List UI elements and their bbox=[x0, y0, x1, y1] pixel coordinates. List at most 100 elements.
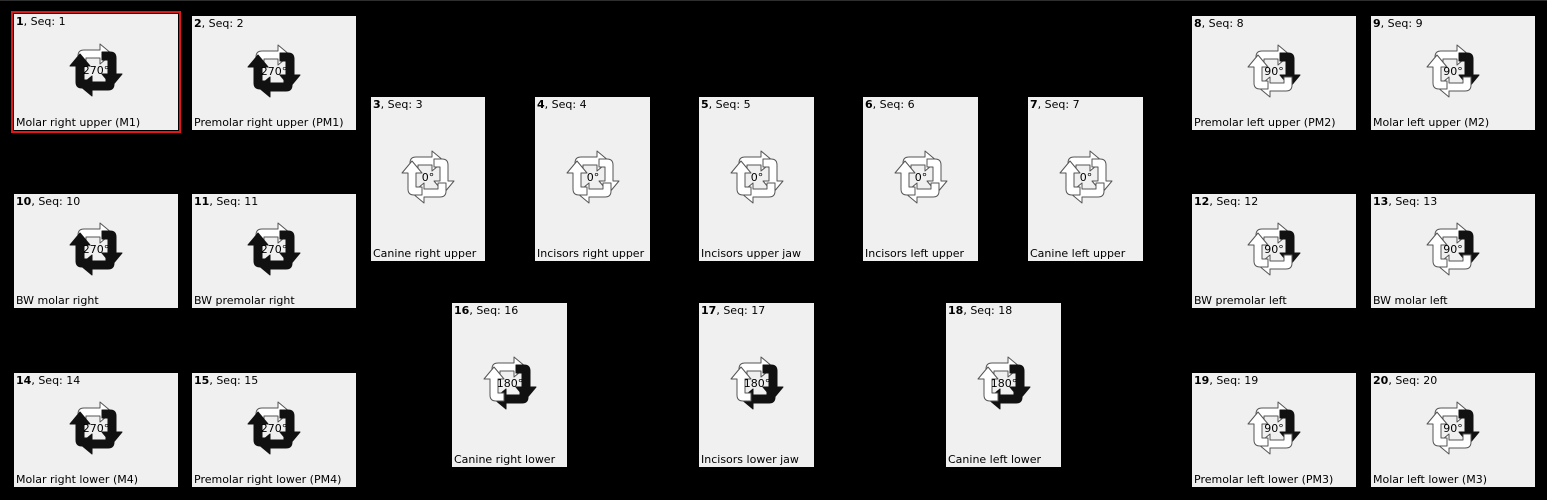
tooth-tile-15[interactable]: 15, Seq: 15 270° Premolar right lower (PM4… bbox=[192, 373, 356, 487]
rotation-degrees: 180° bbox=[743, 376, 771, 390]
rotation-degrees: 270° bbox=[260, 421, 288, 435]
tile-header: 5, Seq: 5 bbox=[701, 98, 751, 111]
rotation-icon: 180° bbox=[478, 351, 542, 415]
tile-sequence: Seq: 3 bbox=[387, 98, 423, 111]
tile-header: 14, Seq: 14 bbox=[16, 374, 80, 387]
top-border bbox=[0, 0, 1547, 1]
rotation-icon: 270° bbox=[242, 396, 306, 460]
tile-number: 5 bbox=[701, 98, 709, 111]
tooth-tile-10[interactable]: 10, Seq: 10 270° BW molar right bbox=[14, 194, 178, 308]
rotation-icon: 90° bbox=[1242, 39, 1306, 103]
tile-separator: , bbox=[23, 15, 31, 28]
tile-header: 2, Seq: 2 bbox=[194, 17, 244, 30]
tooth-tile-2[interactable]: 2, Seq: 2 270° Premolar right upper (PM1) bbox=[192, 16, 356, 130]
tile-label: Premolar left upper (PM2) bbox=[1194, 116, 1336, 129]
tile-sequence: Seq: 7 bbox=[1044, 98, 1080, 111]
tooth-tile-9[interactable]: 9, Seq: 9 90° Molar left upper (M2) bbox=[1371, 16, 1535, 130]
tile-sequence: Seq: 13 bbox=[1395, 195, 1438, 208]
tooth-tile-16[interactable]: 16, Seq: 16 180° Canine right lower bbox=[452, 303, 567, 467]
tile-sequence: Seq: 16 bbox=[476, 304, 519, 317]
tile-sequence: Seq: 8 bbox=[1208, 17, 1244, 30]
rotation-degrees: 180° bbox=[990, 376, 1018, 390]
tile-header: 19, Seq: 19 bbox=[1194, 374, 1258, 387]
tile-label: Molar left lower (M3) bbox=[1373, 473, 1487, 486]
tile-number: 7 bbox=[1030, 98, 1038, 111]
tooth-tile-4[interactable]: 4, Seq: 4 0° Incisors right upper bbox=[535, 97, 650, 261]
tooth-tile-20[interactable]: 20, Seq: 20 90° Molar left lower (M3) bbox=[1371, 373, 1535, 487]
tile-label: Incisors lower jaw bbox=[701, 453, 799, 466]
tile-header: 20, Seq: 20 bbox=[1373, 374, 1437, 387]
tile-number: 1 bbox=[16, 15, 24, 28]
tile-separator: , bbox=[201, 17, 209, 30]
tile-label: BW premolar left bbox=[1194, 294, 1287, 307]
tile-number: 10 bbox=[16, 195, 32, 208]
tooth-tile-19[interactable]: 19, Seq: 19 90° Premolar left lower (PM3) bbox=[1192, 373, 1356, 487]
rotation-icon: 0° bbox=[1054, 145, 1118, 209]
tile-separator: , bbox=[1201, 17, 1209, 30]
tile-number: 12 bbox=[1194, 195, 1210, 208]
rotation-degrees: 90° bbox=[1264, 64, 1284, 78]
tile-number: 3 bbox=[373, 98, 381, 111]
rotation-degrees: 0° bbox=[586, 170, 600, 184]
tile-sequence: Seq: 15 bbox=[216, 374, 259, 387]
tooth-tile-8[interactable]: 8, Seq: 8 90° Premolar left upper (PM2) bbox=[1192, 16, 1356, 130]
tooth-tile-7[interactable]: 7, Seq: 7 0° Canine left upper bbox=[1028, 97, 1143, 261]
tooth-tile-13[interactable]: 13, Seq: 13 90° BW molar left bbox=[1371, 194, 1535, 308]
tooth-tile-3[interactable]: 3, Seq: 3 0° Canine right upper bbox=[371, 97, 485, 261]
tooth-tile-1[interactable]: 1, Seq: 1 270° Molar right upper (M1) bbox=[11, 11, 181, 133]
rotation-icon: 90° bbox=[1421, 217, 1485, 281]
rotation-icon: 270° bbox=[242, 217, 306, 281]
tile-sequence: Seq: 20 bbox=[1395, 374, 1438, 387]
tile-number: 14 bbox=[16, 374, 32, 387]
rotation-degrees: 270° bbox=[260, 242, 288, 256]
tile-number: 19 bbox=[1194, 374, 1210, 387]
tile-sequence: Seq: 9 bbox=[1387, 17, 1423, 30]
tile-header: 10, Seq: 10 bbox=[16, 195, 80, 208]
tooth-tile-6[interactable]: 6, Seq: 6 0° Incisors left upper bbox=[863, 97, 978, 261]
tile-label: Canine right lower bbox=[454, 453, 556, 466]
tile-label: Molar right upper (M1) bbox=[16, 116, 141, 129]
tooth-tile-14[interactable]: 14, Seq: 14 270° Molar right lower (M4) bbox=[14, 373, 178, 487]
tooth-tile-12[interactable]: 12, Seq: 12 90° BW premolar left bbox=[1192, 194, 1356, 308]
rotation-icon: 180° bbox=[972, 351, 1036, 415]
tile-separator: , bbox=[872, 98, 880, 111]
rotation-degrees: 90° bbox=[1443, 64, 1463, 78]
tooth-tile-5[interactable]: 5, Seq: 5 0° Incisors upper jaw bbox=[699, 97, 814, 261]
tile-label: BW premolar right bbox=[194, 294, 295, 307]
tile-number: 9 bbox=[1373, 17, 1381, 30]
tile-sequence: Seq: 10 bbox=[38, 195, 81, 208]
tile-sequence: Seq: 17 bbox=[723, 304, 766, 317]
tile-separator: , bbox=[1037, 98, 1045, 111]
tile-label: Premolar right lower (PM4) bbox=[194, 473, 342, 486]
tile-header: 16, Seq: 16 bbox=[454, 304, 518, 317]
tile-header: 15, Seq: 15 bbox=[194, 374, 258, 387]
tile-label: BW molar left bbox=[1373, 294, 1448, 307]
tile-sequence: Seq: 5 bbox=[715, 98, 751, 111]
tile-header: 3, Seq: 3 bbox=[373, 98, 423, 111]
tooth-tile-11[interactable]: 11, Seq: 11 270° BW premolar right bbox=[192, 194, 356, 308]
rotation-degrees: 270° bbox=[82, 242, 110, 256]
rotation-degrees: 0° bbox=[421, 170, 435, 184]
tooth-tile-17[interactable]: 17, Seq: 17 180° Incisors lower jaw bbox=[699, 303, 814, 467]
tile-label: Premolar left lower (PM3) bbox=[1194, 473, 1334, 486]
rotation-icon: 0° bbox=[725, 145, 789, 209]
rotation-degrees: 180° bbox=[496, 376, 524, 390]
tooth-tile-18[interactable]: 18, Seq: 18 180° Canine left lower bbox=[946, 303, 1061, 467]
tile-sequence: Seq: 14 bbox=[38, 374, 81, 387]
rotation-degrees: 270° bbox=[82, 63, 110, 77]
tile-label: Incisors upper jaw bbox=[701, 247, 802, 260]
tile-label: Canine left lower bbox=[948, 453, 1042, 466]
tile-label: Canine left upper bbox=[1030, 247, 1126, 260]
tile-number: 2 bbox=[194, 17, 202, 30]
tile-number: 4 bbox=[537, 98, 545, 111]
tile-label: Canine right upper bbox=[373, 247, 477, 260]
rotation-degrees: 0° bbox=[1079, 170, 1093, 184]
rotation-degrees: 90° bbox=[1264, 242, 1284, 256]
tile-header: 17, Seq: 17 bbox=[701, 304, 765, 317]
rotation-icon: 90° bbox=[1421, 396, 1485, 460]
tile-header: 18, Seq: 18 bbox=[948, 304, 1012, 317]
rotation-icon: 90° bbox=[1242, 396, 1306, 460]
tile-sequence: Seq: 1 bbox=[30, 15, 66, 28]
tile-label: Incisors right upper bbox=[537, 247, 645, 260]
tile-separator: , bbox=[708, 98, 716, 111]
